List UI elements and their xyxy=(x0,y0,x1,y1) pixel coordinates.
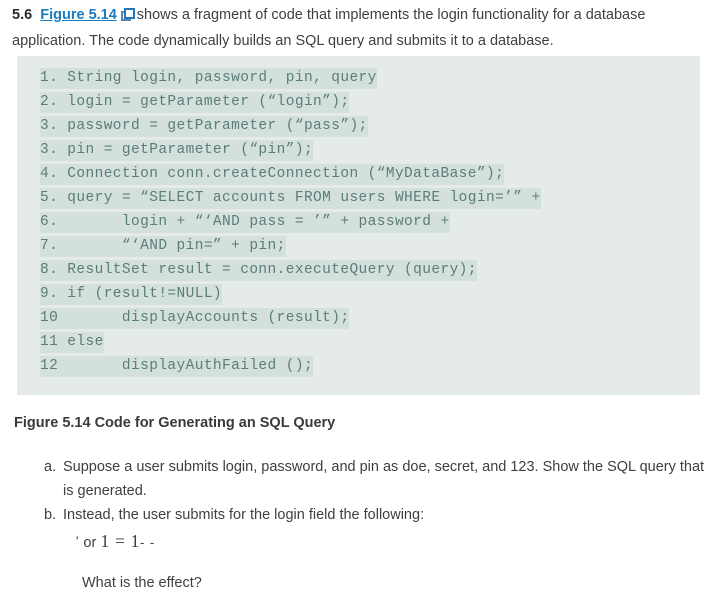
code-line: 3. pin = getParameter (“pin”); xyxy=(17,138,700,162)
injection-string: ’ or 1 = 1- - xyxy=(63,529,714,555)
code-line: 12 displayAuthFailed (); xyxy=(17,354,700,378)
injection-expression: 1 = 1 xyxy=(100,531,140,551)
code-line-text: 11 else xyxy=(40,332,104,353)
code-line-text: 7. “‘AND pin=” + pin; xyxy=(40,236,286,257)
code-line: 6. login + “‘AND pass = ’” + password + xyxy=(17,210,700,234)
code-line-text: 9. if (result!=NULL) xyxy=(40,284,223,305)
injection-comment: - - xyxy=(139,535,156,550)
injection-quote: ’ xyxy=(75,533,80,548)
code-line: 3. password = getParameter (“pass”); xyxy=(17,114,700,138)
code-line: 4. Connection conn.createConnection (“My… xyxy=(17,162,700,186)
list-marker: b. xyxy=(44,507,57,523)
code-line-text: 1. String login, password, pin, query xyxy=(40,68,377,89)
figure-link[interactable]: Figure 5.14 xyxy=(40,7,117,23)
code-line-text: 2. login = getParameter (“login”); xyxy=(40,92,350,113)
code-line: 9. if (result!=NULL) xyxy=(17,282,700,306)
question-text: Suppose a user submits login, password, … xyxy=(63,459,705,499)
code-line-text: 5. query = “SELECT accounts FROM users W… xyxy=(40,188,541,209)
code-line-text: 3. pin = getParameter (“pin”); xyxy=(40,140,314,161)
injection-or: or xyxy=(83,535,97,551)
code-line: 7. “‘AND pin=” + pin; xyxy=(17,234,700,258)
code-line: 11 else xyxy=(17,330,700,354)
code-line: 10 displayAccounts (result); xyxy=(17,306,700,330)
code-line-text: 8. ResultSet result = conn.executeQuery … xyxy=(40,260,477,281)
intro-paragraph: 5.6 Figure 5.14 shows a fragment of code … xyxy=(12,2,712,54)
question-text: Instead, the user submits for the login … xyxy=(63,507,425,523)
question-item-b: b. Instead, the user submits for the log… xyxy=(44,503,714,595)
question-list: a. Suppose a user submits login, passwor… xyxy=(44,455,714,595)
popup-icon-front-square xyxy=(123,8,135,19)
page-root: 5.6 Figure 5.14 shows a fragment of code … xyxy=(0,0,725,606)
question-item-a: a. Suppose a user submits login, passwor… xyxy=(44,455,714,503)
code-line: 1. String login, password, pin, query xyxy=(17,66,700,90)
code-line-text: 4. Connection conn.createConnection (“My… xyxy=(40,164,505,185)
code-line-text: 12 displayAuthFailed (); xyxy=(40,356,314,377)
code-line: 2. login = getParameter (“login”); xyxy=(17,90,700,114)
code-line-text: 10 displayAccounts (result); xyxy=(40,308,350,329)
effect-question: What is the effect? xyxy=(82,575,202,591)
list-marker: a. xyxy=(44,459,57,475)
code-line-text: 6. login + “‘AND pass = ’” + password + xyxy=(40,212,450,233)
code-line-text: 3. password = getParameter (“pass”); xyxy=(40,116,368,137)
code-line: 8. ResultSet result = conn.executeQuery … xyxy=(17,258,700,282)
popup-window-icon[interactable] xyxy=(120,8,136,22)
question-number: 5.6 xyxy=(12,7,33,23)
code-block: 1. String login, password, pin, query 2.… xyxy=(17,56,700,395)
code-line: 5. query = “SELECT accounts FROM users W… xyxy=(17,186,700,210)
figure-caption: Figure 5.14 Code for Generating an SQL Q… xyxy=(14,415,336,431)
